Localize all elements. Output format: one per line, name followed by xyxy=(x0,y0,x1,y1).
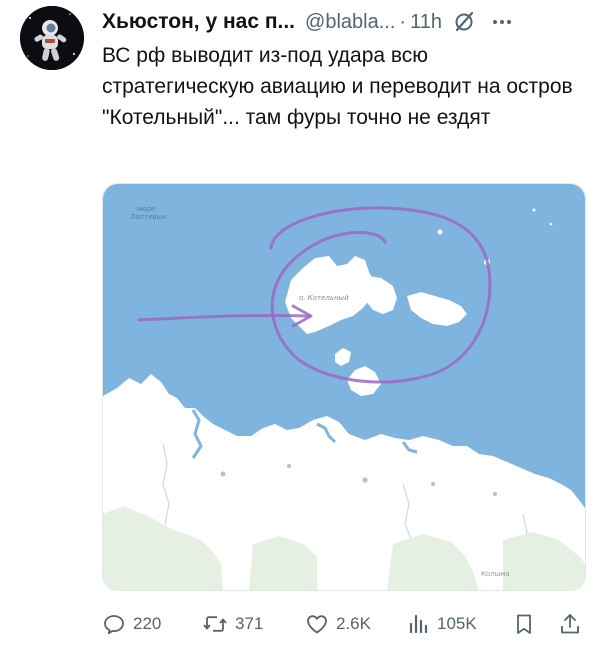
views-count: 105K xyxy=(437,614,477,633)
retweet-button[interactable]: 371 xyxy=(202,612,263,636)
reply-button[interactable]: 220 xyxy=(102,612,161,636)
region-label: Колыма xyxy=(481,570,510,578)
author-handle[interactable]: @blabla... xyxy=(305,11,395,34)
author-name[interactable]: Хьюстон, у нас п... xyxy=(102,10,295,34)
like-count: 2.6K xyxy=(336,614,371,633)
reply-icon xyxy=(102,612,126,636)
islet xyxy=(532,208,536,212)
bookmark-icon xyxy=(512,612,536,636)
grok-icon[interactable] xyxy=(452,10,476,34)
timestamp[interactable]: 11h xyxy=(410,11,442,34)
more-options-icon[interactable] xyxy=(490,10,514,34)
share-button[interactable] xyxy=(558,612,582,636)
tweet-media-map[interactable]: море Лаптевых о. Котельный Колыма xyxy=(102,183,586,591)
astronaut-avatar-image xyxy=(20,6,84,70)
tweet-header: Хьюстон, у нас п... @blabla... · 11h xyxy=(102,6,592,38)
sea-label-line2: Лаптевых xyxy=(129,213,167,221)
map-image: море Лаптевых о. Котельный Колыма xyxy=(103,184,585,590)
views-button[interactable]: 105K xyxy=(406,612,477,636)
avatar[interactable] xyxy=(20,6,84,70)
heart-icon xyxy=(305,612,329,636)
bar-chart-icon xyxy=(406,612,430,636)
bookmark-button[interactable] xyxy=(512,612,536,636)
retweet-icon xyxy=(202,612,228,636)
islet xyxy=(437,229,443,235)
sea-label-line1: море xyxy=(137,205,155,213)
retweet-count: 371 xyxy=(235,614,264,633)
separator-dot: · xyxy=(399,10,407,33)
share-icon xyxy=(558,612,582,636)
tweet-text: ВС рф выводит из-под удара всю стратегич… xyxy=(102,44,573,129)
islet xyxy=(549,222,553,226)
like-button[interactable]: 2.6K xyxy=(305,612,371,636)
reply-count: 220 xyxy=(133,614,162,633)
island-label: о. Котельный xyxy=(299,294,349,302)
tweet-action-bar: 220 371 2.6K 105K xyxy=(102,606,584,642)
